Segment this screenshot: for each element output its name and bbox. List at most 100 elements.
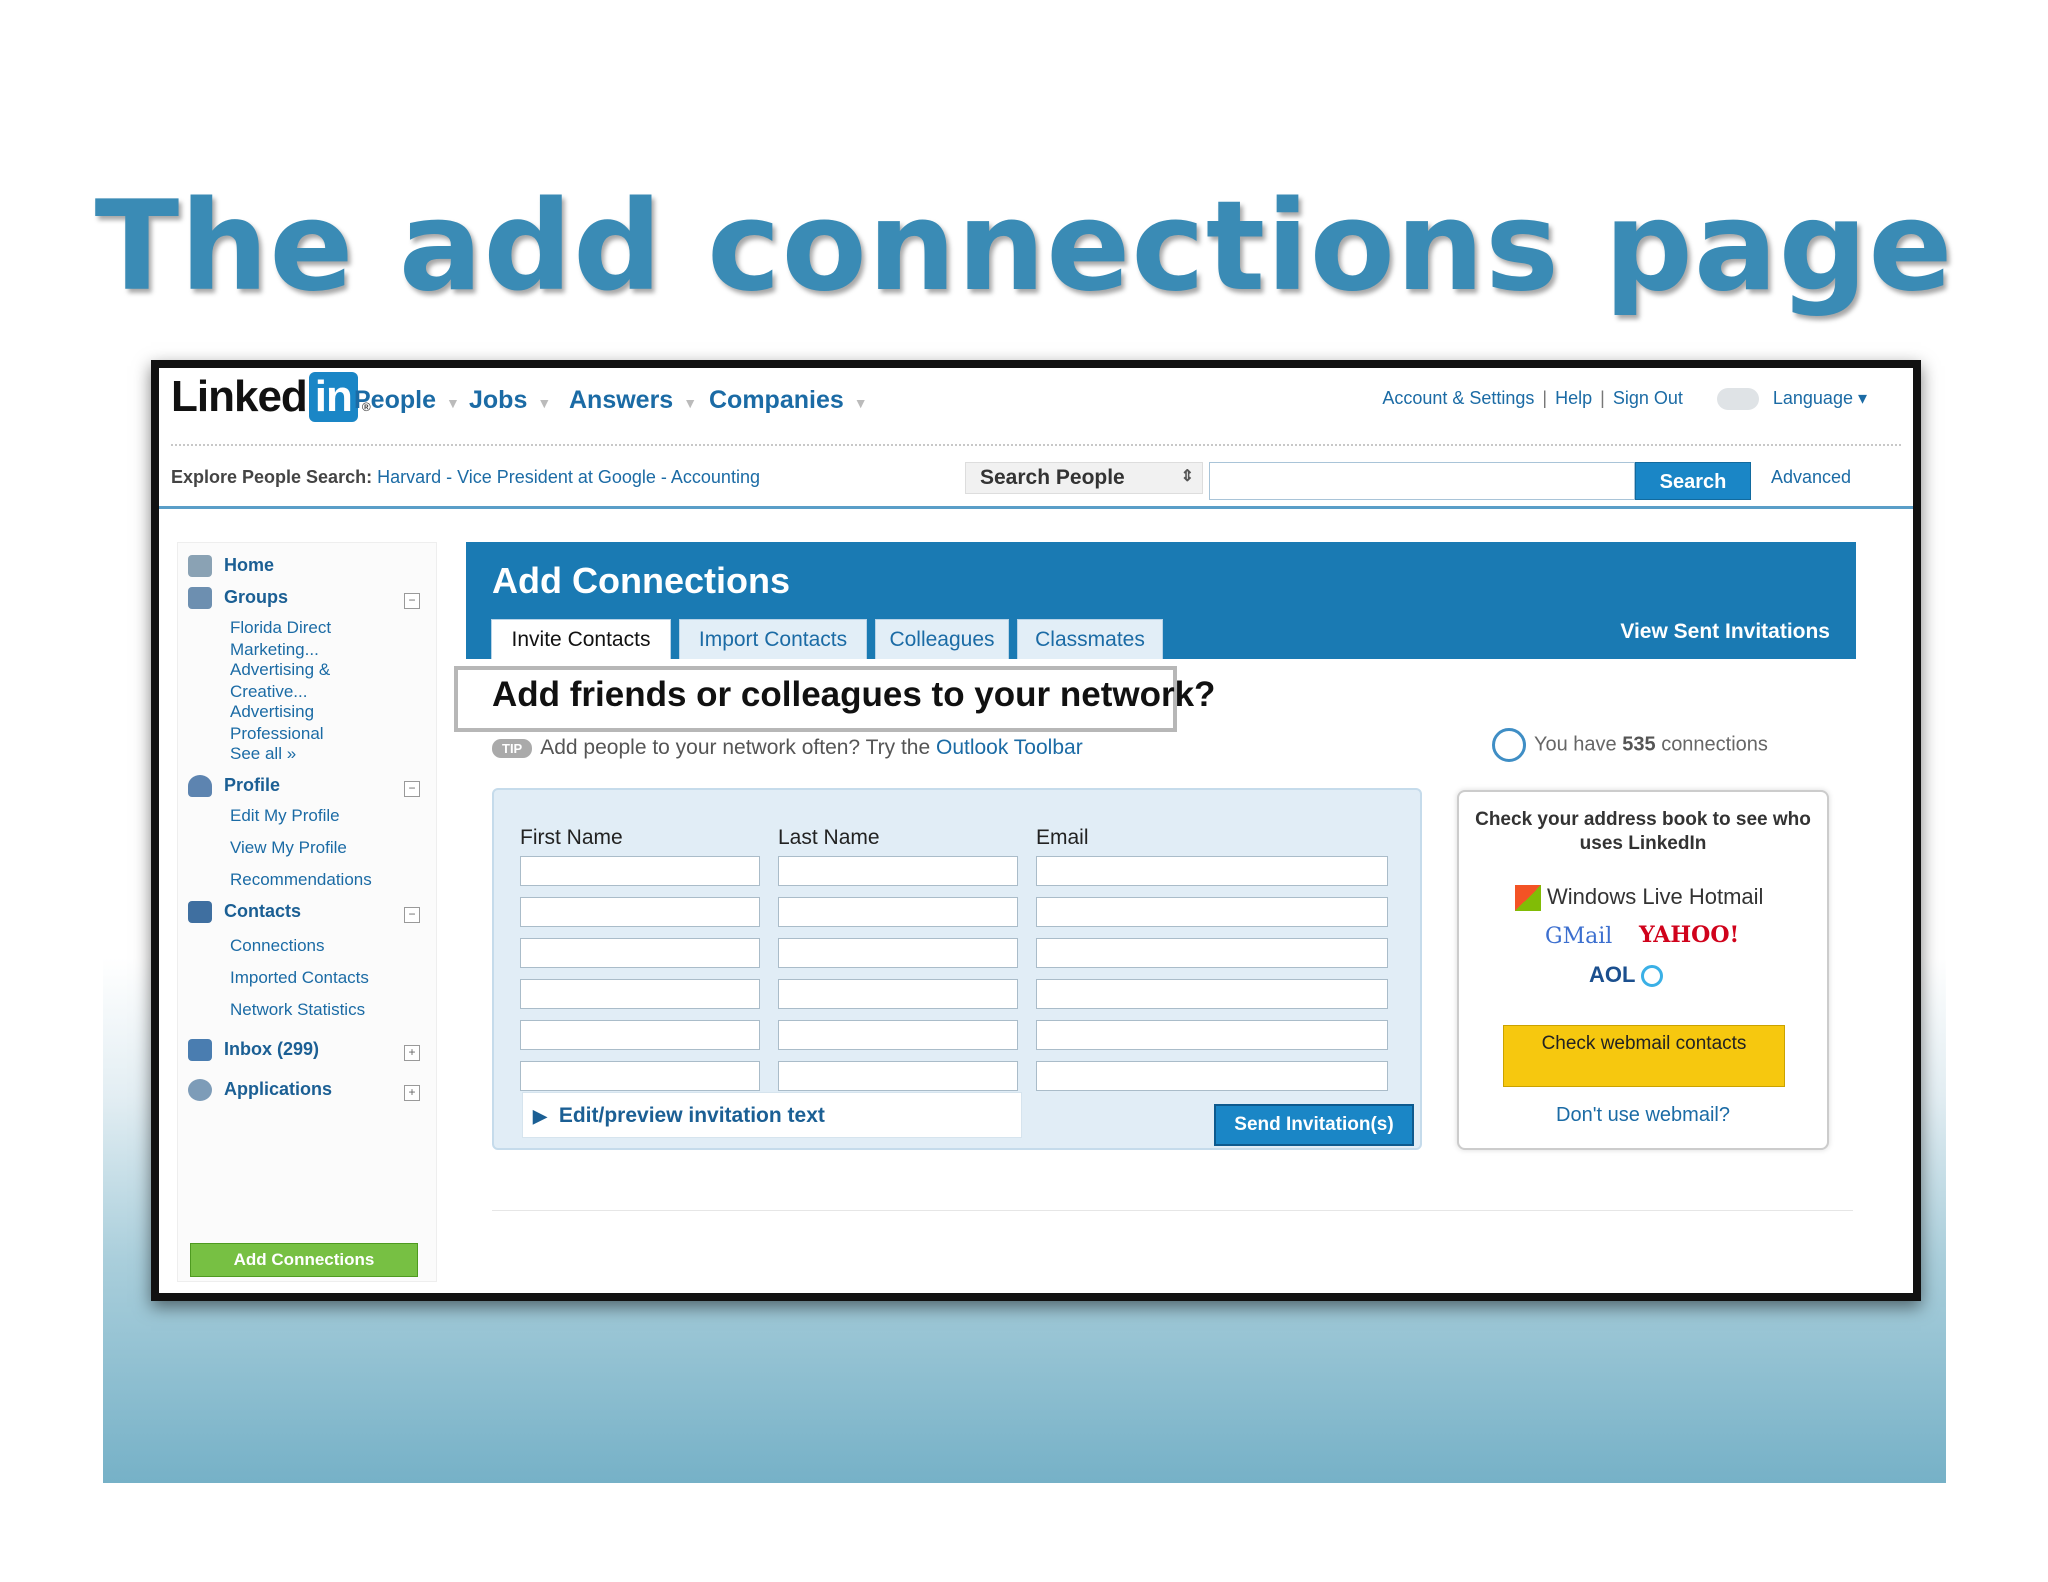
view-sent-invitations-link[interactable]: View Sent Invitations <box>1620 620 1830 644</box>
sidebar-item-profile[interactable]: Profile <box>188 775 280 798</box>
linkedin-screenshot: Linked in ® People ▼ Jobs ▼ Answers ▼ Compani… <box>151 360 1921 1301</box>
network-statistics-link[interactable]: Network Statistics <box>230 999 365 1021</box>
search-input[interactable] <box>1209 462 1635 500</box>
explore-label: Explore People Search: <box>171 467 373 487</box>
tip-text: Add people to your network often? Try th… <box>540 736 931 759</box>
last-name-field[interactable] <box>778 897 1018 927</box>
gear-icon <box>188 1079 212 1102</box>
edit-preview-invitation-toggle[interactable]: ▶ Edit/preview invitation text <box>522 1092 1022 1138</box>
caret-right-icon: ▶ <box>533 1106 547 1126</box>
applications-expand-toggle[interactable]: + <box>404 1085 420 1101</box>
network-icon <box>1492 728 1526 762</box>
imported-contacts-link[interactable]: Imported Contacts <box>230 967 369 989</box>
first-name-header: First Name <box>520 826 623 849</box>
email-field[interactable] <box>1036 856 1388 886</box>
webmail-heading: Check your address book to see who uses … <box>1475 809 1811 854</box>
edit-preview-label: Edit/preview invitation text <box>558 1104 825 1127</box>
select-arrows-icon: ⇕ <box>1180 468 1194 485</box>
content-divider <box>492 1210 1853 1211</box>
send-invitations-button[interactable]: Send Invitation(s) <box>1214 1104 1414 1146</box>
first-name-field[interactable] <box>520 897 760 927</box>
contacts-collapse-toggle[interactable]: − <box>404 907 420 923</box>
connections-link[interactable]: Connections <box>230 935 325 957</box>
tip-line: TIP Add people to your network often? Try… <box>492 736 1083 760</box>
email-header: Email <box>1036 826 1089 849</box>
gmail-logo[interactable]: GMail <box>1545 924 1612 949</box>
nav-companies[interactable]: Companies ▼ <box>709 386 868 415</box>
tip-badge: TIP <box>492 738 533 758</box>
sidebar-item-inbox[interactable]: Inbox (299) <box>188 1039 319 1062</box>
see-all-groups-link[interactable]: See all » <box>230 743 296 765</box>
last-name-header: Last Name <box>778 826 880 849</box>
slide-title: The add connections page <box>94 175 1954 319</box>
view-profile-link[interactable]: View My Profile <box>230 837 347 859</box>
recommendations-link[interactable]: Recommendations <box>230 869 372 891</box>
world-map-icon <box>1716 388 1759 411</box>
connections-suffix: connections <box>1661 733 1768 756</box>
explore-links[interactable]: Harvard - Vice President at Google - Acc… <box>377 467 760 487</box>
nav-answers[interactable]: Answers ▼ <box>569 386 697 415</box>
outlook-toolbar-link[interactable]: Outlook Toolbar <box>936 736 1083 759</box>
sidebar-group-link[interactable]: Advertising & Creative... <box>230 659 380 703</box>
last-name-field[interactable] <box>778 979 1018 1009</box>
first-name-field[interactable] <box>520 1020 760 1050</box>
sidebar-group-link[interactable]: Advertising Professional <box>230 701 380 745</box>
language-dropdown[interactable]: Language ▾ <box>1773 388 1867 408</box>
first-name-field[interactable] <box>520 979 760 1009</box>
email-field[interactable] <box>1036 938 1388 968</box>
nav-jobs[interactable]: Jobs ▼ <box>469 386 551 415</box>
add-friends-heading: Add friends or colleagues to your networ… <box>492 675 1216 714</box>
email-field[interactable] <box>1036 1061 1388 1091</box>
tab-colleagues[interactable]: Colleagues <box>875 619 1009 659</box>
sign-out-link[interactable]: Sign Out <box>1613 388 1683 408</box>
link-separator: | <box>1600 388 1605 408</box>
email-field[interactable] <box>1036 897 1388 927</box>
inbox-expand-toggle[interactable]: + <box>404 1045 420 1061</box>
contacts-icon <box>188 901 212 924</box>
last-name-field[interactable] <box>778 1061 1018 1091</box>
add-connections-button[interactable]: Add Connections <box>190 1243 418 1277</box>
last-name-field[interactable] <box>778 938 1018 968</box>
groups-collapse-toggle[interactable]: − <box>404 593 420 609</box>
yahoo-logo[interactable]: YAHOO! <box>1639 922 1739 948</box>
aol-triangle-icon <box>1641 965 1664 988</box>
last-name-field[interactable] <box>778 1020 1018 1050</box>
advanced-search-link[interactable]: Advanced <box>1771 467 1851 488</box>
tab-classmates[interactable]: Classmates <box>1017 619 1163 659</box>
nav-people[interactable]: People ▼ <box>354 386 460 415</box>
first-name-field[interactable] <box>520 938 760 968</box>
sidebar-item-label: Applications <box>224 1079 333 1099</box>
check-webmail-contacts-button[interactable]: Check webmail contacts <box>1503 1025 1785 1087</box>
windows-flag-icon <box>1515 885 1541 912</box>
aol-label: AOL <box>1589 962 1636 987</box>
profile-collapse-toggle[interactable]: − <box>404 781 420 797</box>
linkedin-logo[interactable]: Linked in ® <box>171 372 371 422</box>
tab-import-contacts[interactable]: Import Contacts <box>679 619 867 659</box>
tab-invite-contacts[interactable]: Invite Contacts <box>491 619 671 659</box>
last-name-field[interactable] <box>778 856 1018 886</box>
connections-number: 535 <box>1622 733 1656 756</box>
edit-profile-link[interactable]: Edit My Profile <box>230 805 340 827</box>
dont-use-webmail-link[interactable]: Don't use webmail? <box>1459 1104 1827 1127</box>
chevron-down-icon: ▼ <box>537 395 552 411</box>
webmail-import-box: Check your address book to see who uses … <box>1457 790 1829 1150</box>
hotmail-logo[interactable]: Windows Live Hotmail <box>1515 884 1763 912</box>
sidebar-item-applications[interactable]: Applications <box>188 1079 333 1102</box>
aol-logo[interactable]: AOL <box>1589 962 1664 988</box>
help-link[interactable]: Help <box>1555 388 1592 408</box>
sidebar-item-label: Home <box>224 555 275 575</box>
email-field[interactable] <box>1036 979 1388 1009</box>
email-field[interactable] <box>1036 1020 1388 1050</box>
first-name-field[interactable] <box>520 856 760 886</box>
account-settings-link[interactable]: Account & Settings <box>1382 388 1534 408</box>
sidebar-item-groups[interactable]: Groups <box>188 587 288 610</box>
search-type-select[interactable]: Search People ⇕ <box>965 462 1203 494</box>
logo-text: Linked <box>171 372 308 421</box>
sidebar-item-home[interactable]: Home <box>188 555 275 578</box>
search-button[interactable]: Search <box>1635 462 1751 500</box>
sidebar-item-contacts[interactable]: Contacts <box>188 901 301 924</box>
sidebar-group-link[interactable]: Florida Direct Marketing... <box>230 617 380 661</box>
chevron-down-icon: ▼ <box>445 395 460 411</box>
first-name-field[interactable] <box>520 1061 760 1091</box>
account-links: Account & Settings | Help | Sign Out Language… <box>1382 388 1867 411</box>
